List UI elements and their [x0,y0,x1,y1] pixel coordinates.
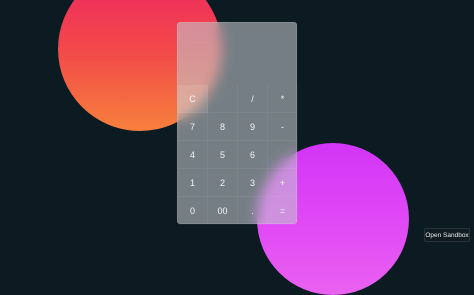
key-4[interactable]: 4 [178,141,208,169]
key-multiply[interactable]: * [268,85,298,113]
key-0[interactable]: 0 [178,197,208,225]
key-7[interactable]: 7 [178,113,208,141]
key-1[interactable]: 1 [178,169,208,197]
key-8[interactable]: 8 [208,113,238,141]
key-5[interactable]: 5 [208,141,238,169]
key-minus[interactable]: - [268,113,298,141]
key-3[interactable]: 3 [238,169,268,197]
key-clear[interactable]: C [178,85,208,113]
key-empty [268,141,298,169]
key-plus[interactable]: + [268,169,298,197]
key-6[interactable]: 6 [238,141,268,169]
key-9[interactable]: 9 [238,113,268,141]
key-decimal[interactable]: . [238,197,268,225]
key-empty [208,85,238,113]
open-sandbox-button[interactable]: Open Sandbox [424,228,470,242]
key-equals[interactable]: = [268,197,298,225]
calculator-display [178,23,296,85]
calculator: C / * 7 8 9- 4 5 6 1 2 3 +0 00. = [177,22,298,225]
key-divide[interactable]: / [238,85,268,113]
key-00[interactable]: 00 [208,197,238,225]
key-2[interactable]: 2 [208,169,238,197]
calculator-keypad: C / * 7 8 9- 4 5 6 1 2 3 +0 00. = [178,85,298,225]
